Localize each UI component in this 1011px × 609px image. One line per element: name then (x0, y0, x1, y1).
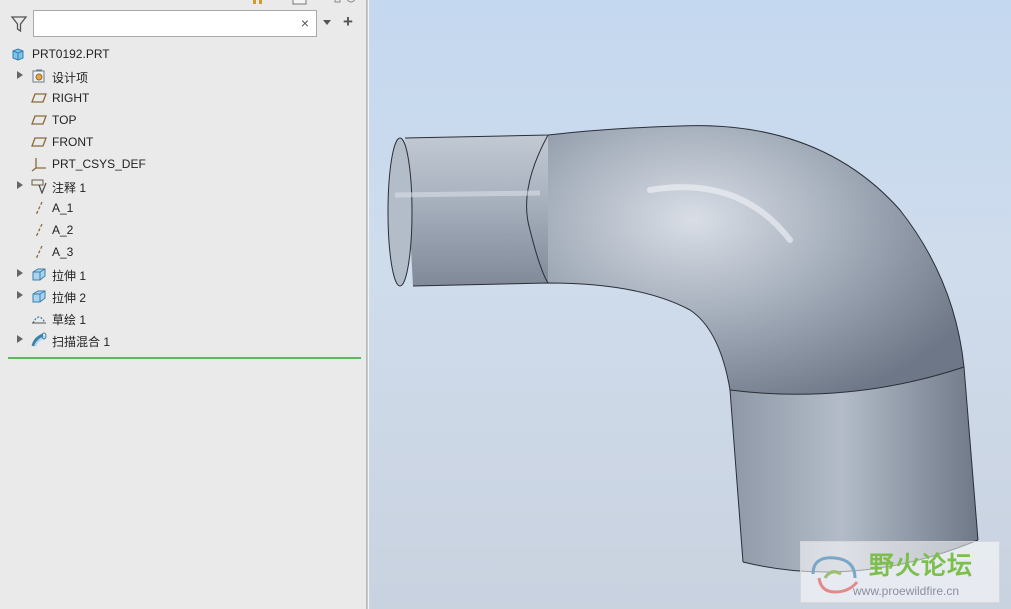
clear-search-button[interactable]: × (299, 16, 311, 30)
tree-item-label: 设计项 (52, 71, 89, 85)
expand-arrow-icon[interactable] (17, 335, 23, 343)
tree-item-label: 草绘 1 (52, 313, 87, 327)
tree-item-label: 扫描混合 1 (52, 335, 111, 349)
design-items-icon (32, 69, 45, 83)
watermark-url: www.proewildfire.cn (853, 584, 960, 598)
tree-item-label: FRONT (52, 135, 94, 149)
coordinate-system-icon (31, 158, 46, 172)
extrude-icon (32, 268, 46, 281)
show-icon[interactable] (334, 0, 358, 5)
tree-item-top-plane[interactable]: TOP (0, 109, 360, 131)
pipe-elbow-model[interactable] (369, 0, 1011, 609)
tree-item-label: 拉伸 2 (52, 291, 87, 305)
tree-item-label: A_3 (52, 245, 74, 259)
tree-item-axis-a1[interactable]: A_1 (0, 197, 360, 219)
chevron-down-icon[interactable] (322, 17, 332, 27)
watermark-title: 野火论坛 (869, 551, 974, 580)
datum-axis-icon (35, 245, 43, 260)
tree-item-front-plane[interactable]: FRONT (0, 131, 360, 153)
extrude-icon (32, 290, 46, 303)
part-icon (12, 48, 24, 61)
sketch-icon (32, 316, 46, 324)
tree-item-swept-blend-1[interactable]: 扫描混合 1 (0, 329, 360, 351)
swept-blend-icon (31, 332, 47, 347)
insert-indicator-line[interactable] (8, 357, 361, 359)
annotation-icon (31, 179, 47, 194)
tree-search-input[interactable]: × (33, 10, 317, 37)
tree-item-right-plane[interactable]: RIGHT (0, 87, 360, 109)
tree-item-label: PRT0192.PRT (32, 47, 110, 61)
tree-item-csys[interactable]: PRT_CSYS_DEF (0, 153, 360, 175)
tree-item-extrude-1[interactable]: 拉伸 1 (0, 263, 360, 285)
filter-icon[interactable] (10, 15, 28, 33)
tree-item-label: 注释 1 (52, 181, 87, 195)
expand-arrow-icon[interactable] (17, 291, 23, 299)
tree-item-sketch-1[interactable]: 草绘 1 (0, 307, 360, 329)
tree-item-label: A_1 (52, 201, 74, 215)
expand-arrow-icon[interactable] (17, 181, 23, 189)
expand-arrow-icon[interactable] (17, 71, 23, 79)
datum-plane-icon (31, 115, 47, 125)
datum-plane-icon (31, 93, 47, 103)
tree-item-label: 拉伸 1 (52, 269, 87, 283)
datum-axis-icon (35, 223, 43, 238)
model-tree-panel: × + PRT0192.PRT 设计项 RIGHT TOP FRONT PRT_… (0, 0, 366, 609)
expand-arrow-icon[interactable] (17, 269, 23, 277)
tree-item-extrude-2[interactable]: 拉伸 2 (0, 285, 360, 307)
settings-icon[interactable] (292, 0, 308, 5)
tree-item-axis-a3[interactable]: A_3 (0, 241, 360, 263)
tree-item-annotation[interactable]: 注释 1 (0, 175, 360, 197)
tree-item-axis-a2[interactable]: A_2 (0, 219, 360, 241)
search-input[interactable] (37, 14, 296, 35)
tree-item-part[interactable]: PRT0192.PRT (0, 43, 360, 65)
tree-item-label: A_2 (52, 223, 74, 237)
tree-item-label: PRT_CSYS_DEF (52, 157, 146, 171)
tree-item-label: RIGHT (52, 91, 90, 105)
tree-item-label: TOP (52, 113, 77, 127)
forum-watermark: 野火论坛 www.proewildfire.cn (800, 541, 1000, 603)
datum-axis-icon (35, 201, 43, 216)
add-button[interactable]: + (341, 13, 355, 30)
tree-item-design-items[interactable]: 设计项 (0, 65, 360, 87)
columns-icon[interactable] (251, 0, 265, 5)
datum-plane-icon (31, 137, 47, 147)
graphics-viewport[interactable] (369, 0, 1011, 609)
